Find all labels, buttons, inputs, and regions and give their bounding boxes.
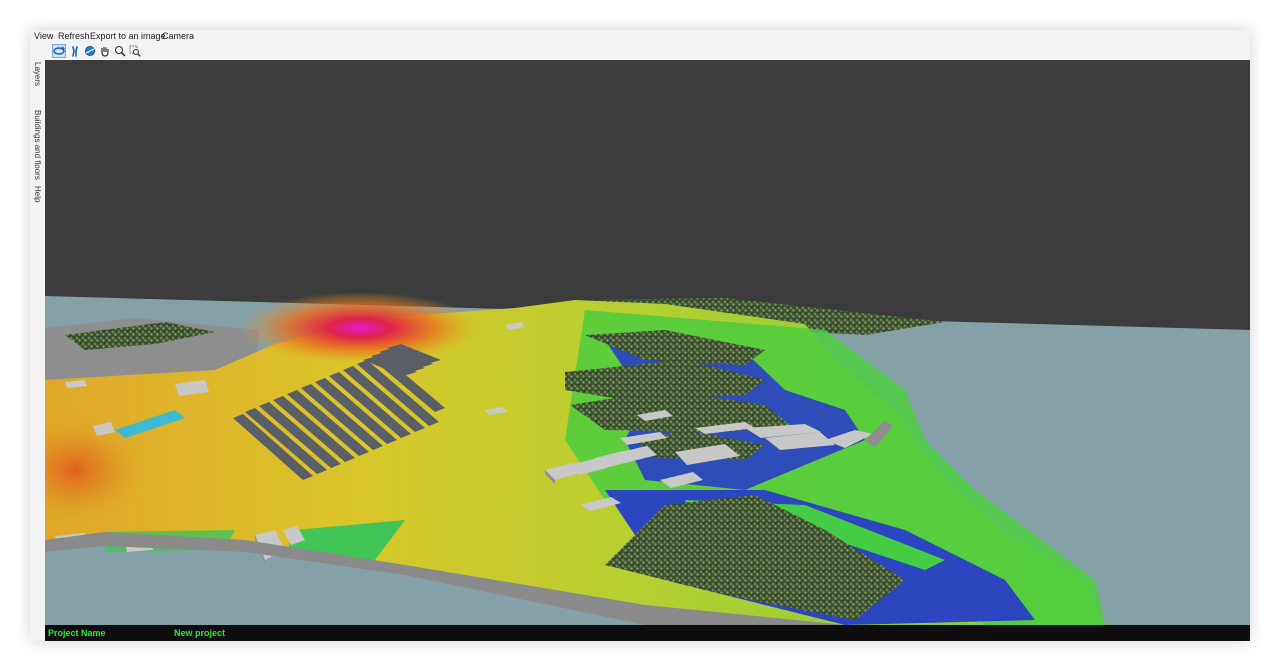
walk-icon — [72, 46, 78, 57]
menu-camera[interactable]: Camera — [162, 31, 194, 41]
zoom-button[interactable] — [113, 44, 127, 58]
status-bar: Project Name New project — [45, 625, 1250, 641]
menu-view[interactable]: View — [34, 31, 53, 41]
orbit-icon — [85, 46, 95, 56]
zoom-window-icon — [129, 45, 141, 57]
pan-hand-icon — [101, 47, 109, 57]
zoom-icon — [114, 45, 126, 57]
menu-export-image[interactable]: Export to an image — [90, 31, 166, 41]
heatmap-terrain-render — [45, 292, 1250, 625]
pan-button[interactable] — [98, 44, 112, 58]
heat-hotspot-high — [240, 292, 480, 364]
rotate-view-button[interactable] — [52, 44, 66, 58]
orbit-button[interactable] — [83, 44, 97, 58]
project-name-label: Project Name — [48, 628, 106, 638]
side-tabs: Layers Buildings and floors Help — [30, 60, 44, 625]
rotate-view-icon — [53, 46, 65, 55]
walk-button[interactable] — [68, 44, 82, 58]
app-window: View Refresh Export to an image Camera L… — [30, 30, 1250, 641]
tab-help[interactable]: Help — [30, 186, 44, 202]
zoom-window-button[interactable] — [128, 44, 142, 58]
toolbar — [48, 44, 248, 60]
menu-bar: View Refresh Export to an image Camera — [30, 30, 1250, 43]
tab-buildings-and-floors[interactable]: Buildings and floors — [30, 110, 44, 180]
tab-layers[interactable]: Layers — [30, 62, 44, 86]
3d-viewport[interactable] — [45, 60, 1250, 625]
project-name-value: New project — [174, 628, 226, 638]
menu-refresh[interactable]: Refresh — [58, 31, 90, 41]
